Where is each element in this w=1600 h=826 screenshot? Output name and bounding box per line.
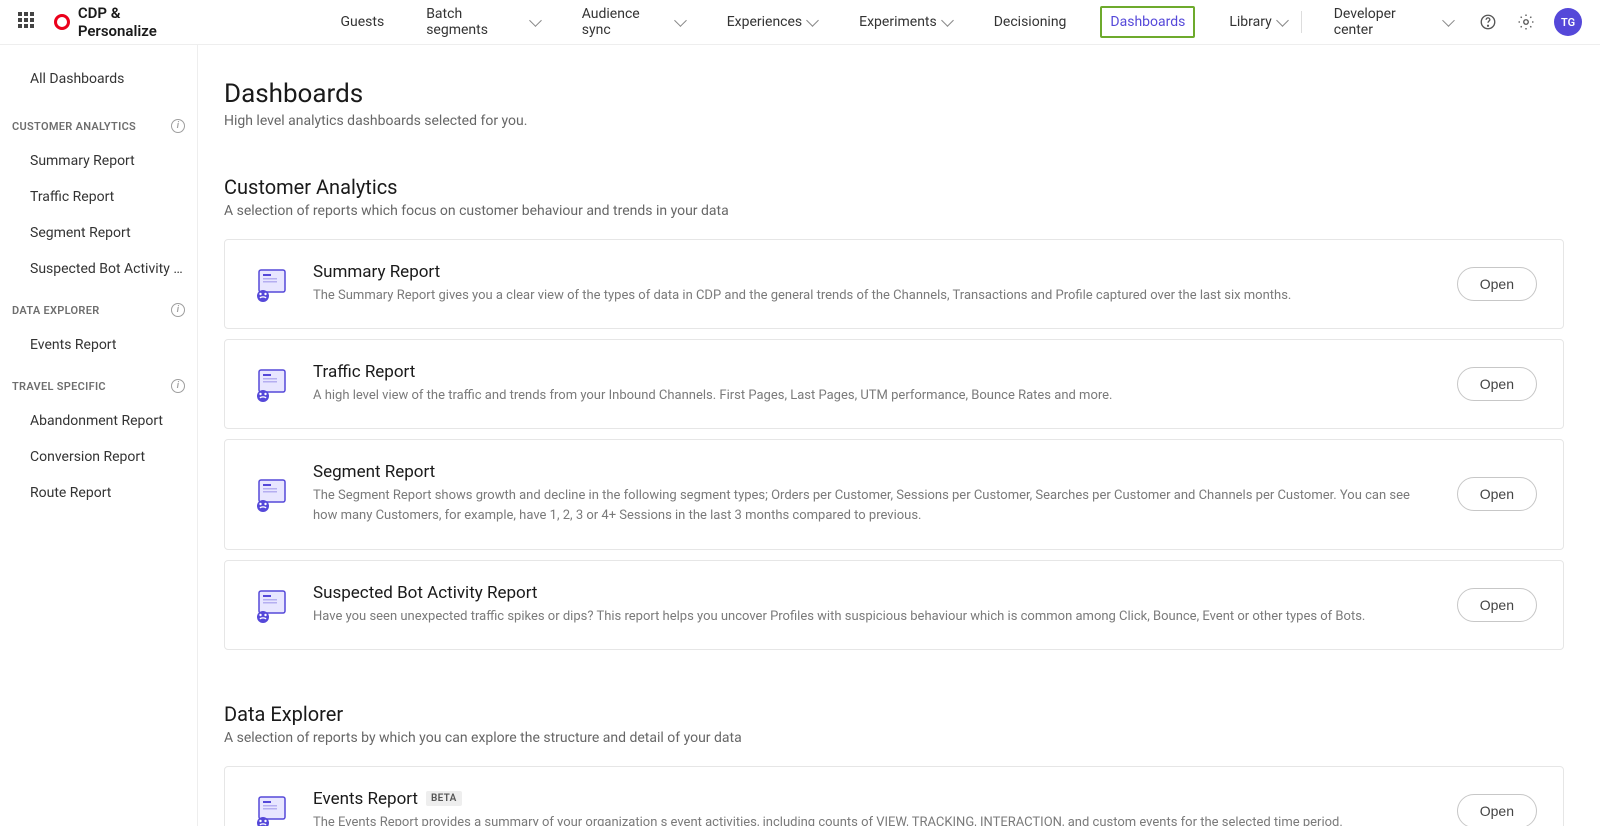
page-subtitle: High level analytics dashboards selected… (224, 113, 1564, 129)
sidebar-item-traffic-report[interactable]: Traffic Report (0, 179, 197, 215)
brand-logo-icon (54, 14, 70, 30)
card-description: The Segment Report shows growth and decl… (313, 486, 1435, 526)
card-segment-report: Segment Report The Segment Report shows g… (224, 439, 1564, 549)
card-title-text: Suspected Bot Activity Report (313, 583, 538, 603)
card-body: Events Report BETA The Events Report provi… (313, 789, 1435, 826)
nav-library[interactable]: Library (1221, 8, 1294, 36)
nav-developer-center-label: Developer center (1334, 6, 1438, 38)
card-suspected-bot-activity-report: Suspected Bot Activity Report Have you se… (224, 560, 1564, 650)
brand[interactable]: CDP & Personalize (54, 4, 203, 40)
chevron-down-icon (1276, 14, 1289, 27)
sidebar-section-title: DATA EXPLORER (12, 304, 100, 317)
section-title-data-explorer: Data Explorer (224, 702, 1564, 726)
nav-separator (1301, 11, 1302, 33)
card-description: The Events Report provides a summary of … (313, 813, 1435, 826)
main-content[interactable]: Dashboards High level analytics dashboar… (198, 45, 1600, 826)
sidebar-item-abandonment-report[interactable]: Abandonment Report (0, 403, 197, 439)
section-title-customer-analytics: Customer Analytics (224, 175, 1564, 199)
nav-guests[interactable]: Guests (332, 8, 392, 36)
brand-label: CDP & Personalize (78, 4, 203, 40)
card-title-text: Summary Report (313, 262, 440, 282)
sections-container: Customer Analytics A selection of reports… (224, 175, 1564, 826)
card-body: Suspected Bot Activity Report Have you se… (313, 583, 1435, 627)
nav-item-label: Experiments (859, 14, 937, 30)
sidebar-item-segment-report[interactable]: Segment Report (0, 215, 197, 251)
settings-icon[interactable] (1516, 12, 1536, 32)
chevron-down-icon (529, 14, 542, 27)
nav-experiments[interactable]: Experiments (851, 8, 960, 36)
report-icon (251, 264, 291, 304)
card-description: A high level view of the traffic and tre… (313, 386, 1435, 406)
sidebar-section-title: CUSTOMER ANALYTICS (12, 120, 136, 133)
nav-developer-center[interactable]: Developer center (1326, 0, 1461, 44)
open-button[interactable]: Open (1457, 267, 1537, 301)
sidebar-item-events-report[interactable]: Events Report (0, 327, 197, 363)
info-icon[interactable]: i (171, 379, 185, 393)
open-button[interactable]: Open (1457, 367, 1537, 401)
card-body: Summary Report The Summary Report gives y… (313, 262, 1435, 306)
sidebar-sections: CUSTOMER ANALYTICS i Summary ReportTraffic… (0, 109, 197, 511)
card-title-text: Events Report (313, 789, 418, 809)
nav-audience-sync[interactable]: Audience sync (574, 0, 693, 44)
card-traffic-report: Traffic Report A high level view of the t… (224, 339, 1564, 429)
sidebar-section-data-explorer: DATA EXPLORER i (0, 293, 197, 327)
open-button[interactable]: Open (1457, 588, 1537, 622)
open-button[interactable]: Open (1457, 794, 1537, 826)
top-nav: CDP & Personalize Guests Batch segments Au… (0, 0, 1600, 45)
card-title: Suspected Bot Activity Report (313, 583, 1435, 603)
sidebar-section-title: TRAVEL SPECIFIC (12, 380, 106, 393)
sidebar-section-customer-analytics: CUSTOMER ANALYTICS i (0, 109, 197, 143)
sidebar: All Dashboards CUSTOMER ANALYTICS i Summar… (0, 45, 198, 826)
card-description: Have you seen unexpected traffic spikes … (313, 607, 1435, 627)
card-title: Summary Report (313, 262, 1435, 282)
nav-item-label: Batch segments (426, 6, 525, 38)
card-body: Traffic Report A high level view of the t… (313, 362, 1435, 406)
section-subtitle-data-explorer: A selection of reports by which you can … (224, 730, 1564, 746)
beta-badge: BETA (426, 791, 462, 806)
nav-item-label: Decisioning (994, 14, 1067, 30)
avatar-initials: TG (1561, 16, 1575, 29)
sidebar-item-conversion-report[interactable]: Conversion Report (0, 439, 197, 475)
nav-item-label: Guests (340, 14, 384, 30)
nav-experiences[interactable]: Experiences (719, 8, 825, 36)
open-button[interactable]: Open (1457, 477, 1537, 511)
section-subtitle-customer-analytics: A selection of reports which focus on cu… (224, 203, 1564, 219)
nav-batch-segments[interactable]: Batch segments (418, 0, 548, 44)
chevron-down-icon (941, 14, 954, 27)
nav-item-label: Audience sync (582, 6, 670, 38)
page-title: Dashboards (224, 79, 1564, 109)
card-title-text: Traffic Report (313, 362, 415, 382)
chevron-down-icon (806, 14, 819, 27)
chevron-down-icon (674, 14, 687, 27)
report-icon (251, 791, 291, 826)
nav-item-label: Library (1229, 14, 1271, 30)
chevron-down-icon (1442, 14, 1455, 27)
sidebar-item-summary-report[interactable]: Summary Report (0, 143, 197, 179)
card-events-report: Events Report BETA The Events Report provi… (224, 766, 1564, 826)
sidebar-item-route-report[interactable]: Route Report (0, 475, 197, 511)
nav-item-label: Dashboards (1110, 14, 1185, 30)
help-icon[interactable] (1479, 12, 1499, 32)
card-title-text: Segment Report (313, 462, 435, 482)
nav-item-label: Experiences (727, 14, 802, 30)
report-icon (251, 474, 291, 514)
sidebar-all-dashboards[interactable]: All Dashboards (0, 61, 197, 97)
sidebar-item-suspected-bot-activity-r-[interactable]: Suspected Bot Activity R… (0, 251, 197, 287)
report-icon (251, 585, 291, 625)
nav-items: Guests Batch segments Audience sync Experie… (332, 0, 1294, 44)
user-avatar[interactable]: TG (1554, 8, 1582, 36)
nav-decisioning[interactable]: Decisioning (986, 8, 1075, 36)
nav-dashboards[interactable]: Dashboards (1100, 6, 1195, 38)
card-title: Traffic Report (313, 362, 1435, 382)
card-description: The Summary Report gives you a clear vie… (313, 286, 1435, 306)
card-summary-report: Summary Report The Summary Report gives y… (224, 239, 1564, 329)
info-icon[interactable]: i (171, 119, 185, 133)
card-title: Segment Report (313, 462, 1435, 482)
card-title: Events Report BETA (313, 789, 1435, 809)
report-icon (251, 364, 291, 404)
info-icon[interactable]: i (171, 303, 185, 317)
sidebar-section-travel-specific: TRAVEL SPECIFIC i (0, 369, 197, 403)
card-body: Segment Report The Segment Report shows g… (313, 462, 1435, 526)
apps-grid-icon[interactable] (18, 12, 38, 32)
